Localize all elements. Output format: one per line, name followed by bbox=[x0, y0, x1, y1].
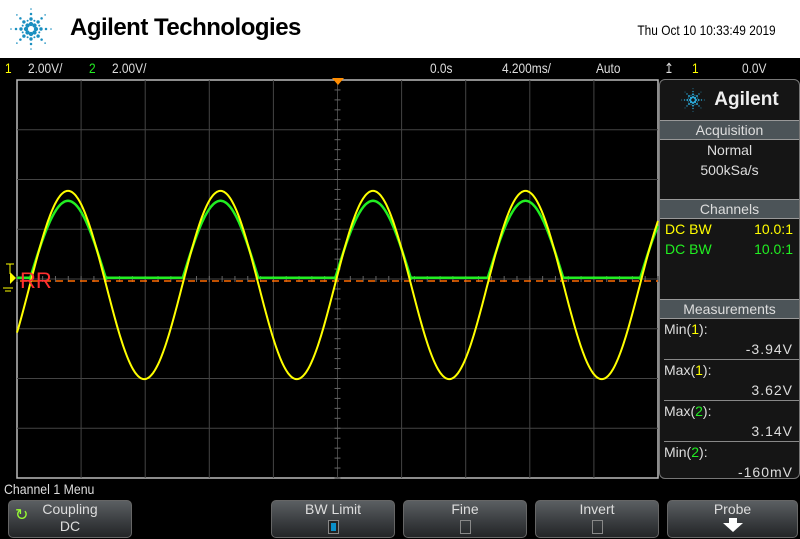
agilent-logo-icon bbox=[681, 88, 706, 112]
acquisition-header[interactable]: Acquisition bbox=[660, 120, 799, 140]
measurement-item: Min(1): -3.94V bbox=[664, 319, 799, 360]
header: Agilent Technologies Thu Oct 10 10:33:49… bbox=[0, 0, 800, 58]
measurement-item: Min(2): -160mV bbox=[664, 442, 799, 479]
fine-softkey[interactable]: Fine bbox=[403, 500, 527, 538]
coupling-softkey[interactable]: ↻ Coupling DC bbox=[8, 500, 132, 538]
measurement-channel: 1 bbox=[695, 362, 703, 378]
probe-softkey[interactable]: Probe bbox=[667, 500, 798, 538]
ground-marker-label: RR bbox=[20, 268, 52, 293]
trigger-source[interactable]: 1 bbox=[692, 60, 699, 76]
measurement-name: Max( bbox=[664, 362, 696, 378]
ch1-probe: 10.0:1 bbox=[754, 221, 793, 237]
trigger-mode[interactable]: Auto bbox=[596, 60, 620, 76]
measurement-channel: 2 bbox=[695, 403, 703, 419]
status-bar: 1 2.00V/ 2 2.00V/ 0.0s 4.200ms/ Auto ↥ 1… bbox=[0, 58, 800, 78]
agilent-logo-icon bbox=[10, 8, 52, 50]
measurement-channel: 1 bbox=[691, 321, 700, 337]
measurement-name: Min( bbox=[664, 321, 692, 337]
channels-header[interactable]: Channels bbox=[660, 199, 799, 219]
side-panel: Agilent Acquisition Normal 500kSa/s Chan… bbox=[659, 79, 800, 479]
measurement-value: 3.14V bbox=[751, 423, 793, 439]
trigger-edge-icon: ↥ bbox=[664, 60, 674, 76]
acquisition-mode: Normal bbox=[706, 142, 753, 158]
rotate-knob-icon: ↻ bbox=[15, 507, 29, 524]
trigger-level[interactable]: 0.0V bbox=[742, 60, 766, 76]
invert-softkey[interactable]: Invert bbox=[535, 500, 659, 538]
fine-label: Fine bbox=[451, 501, 479, 517]
delay[interactable]: 0.0s bbox=[430, 60, 452, 76]
bw-limit-softkey[interactable]: BW Limit bbox=[271, 500, 395, 538]
measurement-value: 3.62V bbox=[751, 382, 793, 398]
arrow-down-icon bbox=[722, 518, 743, 532]
panel-brand: Agilent bbox=[714, 89, 779, 110]
trigger-position-marker[interactable] bbox=[332, 78, 344, 85]
datetime: Thu Oct 10 10:33:49 2019 bbox=[637, 22, 776, 38]
ch1-number[interactable]: 1 bbox=[5, 60, 12, 76]
fine-checkbox[interactable] bbox=[459, 520, 471, 534]
measurement-name: Max( bbox=[664, 403, 696, 419]
measurement-item: Max(1): 3.62V bbox=[664, 360, 799, 401]
ch2-probe: 10.0:1 bbox=[754, 241, 793, 257]
bw-limit-checkbox[interactable] bbox=[327, 520, 339, 534]
ch1-coupling: DC BW bbox=[665, 221, 712, 237]
invert-label: Invert bbox=[579, 501, 615, 517]
timebase[interactable]: 4.200ms/ bbox=[502, 60, 551, 76]
channel-1-ground-marker[interactable] bbox=[3, 263, 16, 292]
brand-title: Agilent Technologies bbox=[70, 14, 301, 41]
channel-1-info: DC BW 10.0:1 bbox=[660, 219, 799, 239]
ch1-scale[interactable]: 2.00V/ bbox=[28, 60, 62, 76]
channel-2-info: DC BW 10.0:1 bbox=[660, 239, 799, 259]
measurements-header[interactable]: Measurements bbox=[660, 299, 799, 319]
measurement-channel: 2 bbox=[691, 444, 700, 460]
ch2-scale[interactable]: 2.00V/ bbox=[112, 60, 146, 76]
probe-label: Probe bbox=[713, 501, 752, 517]
ch2-number[interactable]: 2 bbox=[89, 60, 96, 76]
ch2-coupling: DC BW bbox=[665, 241, 712, 257]
sample-rate: 500kSa/s bbox=[700, 162, 759, 178]
menu-title: Channel 1 Menu bbox=[4, 481, 95, 497]
measurement-value: -160mV bbox=[737, 464, 793, 479]
waveform-display[interactable]: RR bbox=[0, 78, 659, 479]
measurement-value: -3.94V bbox=[745, 341, 793, 357]
measurement-item: Max(2): 3.14V bbox=[664, 401, 799, 442]
bw-limit-label: BW Limit bbox=[305, 501, 361, 517]
invert-checkbox[interactable] bbox=[591, 520, 603, 534]
measurement-name: Min( bbox=[664, 444, 692, 460]
